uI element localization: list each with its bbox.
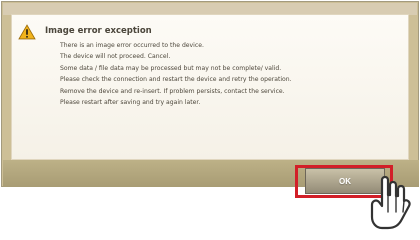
error-screenshot: Image error exception There is an image … [0,0,420,240]
message-line-2: The device will not proceed. Cancel. [60,53,171,61]
message-line-3: Some data / file data may be processed b… [60,64,282,72]
dialog-message: There is an image error occurred to the … [60,40,394,108]
hand-pointer-icon [370,175,411,230]
message-line-5: Remove the device and re-insert. If prob… [60,87,285,95]
dialog-title: Image error exception [45,26,152,36]
message-line-1: There is an image error occurred to the … [60,42,204,49]
warning-icon [18,24,36,40]
message-line-4: Please check the connection and restart … [60,76,292,84]
message-line-6: Please restart after saving and try agai… [60,99,201,107]
error-dialog: Image error exception There is an image … [1,1,419,187]
